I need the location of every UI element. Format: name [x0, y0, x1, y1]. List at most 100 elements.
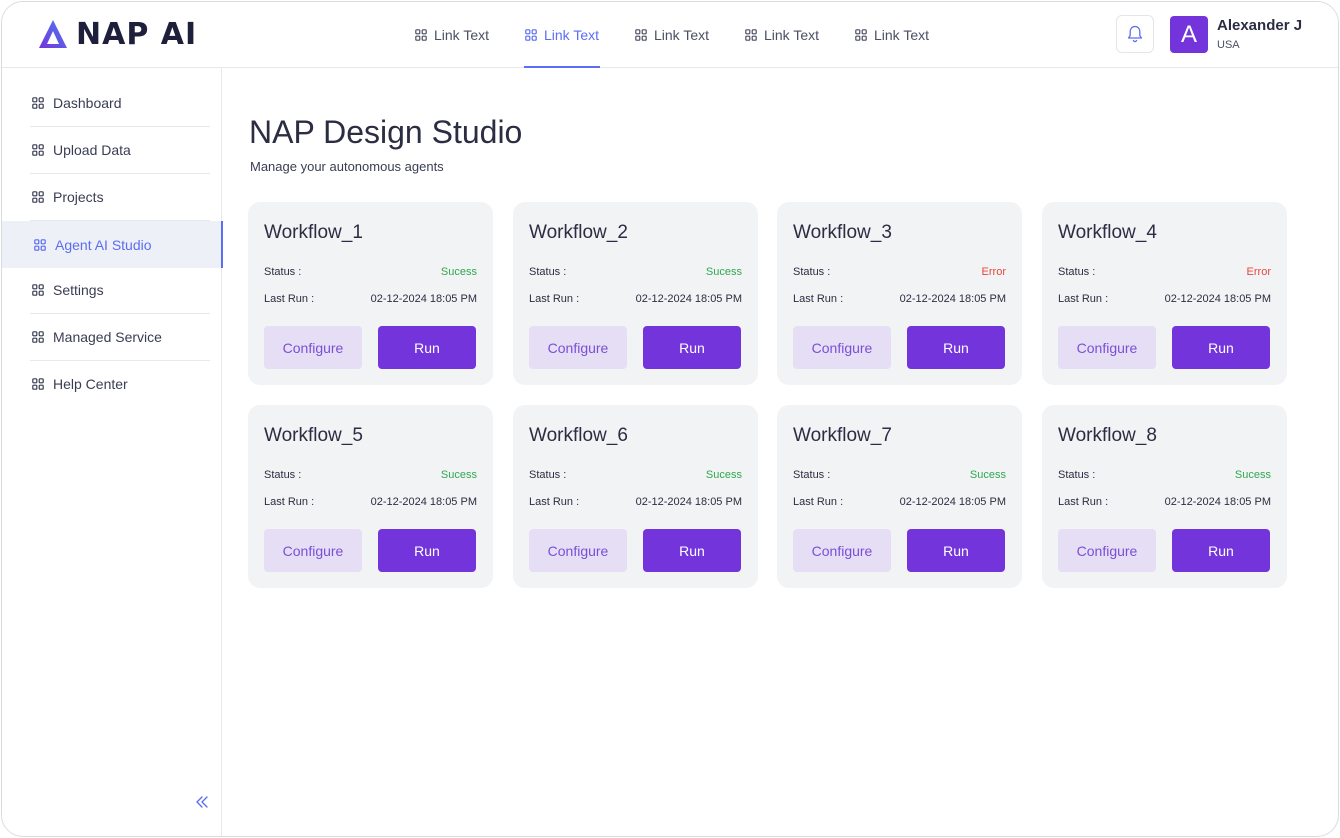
- last-run-label: Last Run :: [529, 293, 580, 305]
- topnav-link-4[interactable]: Link Text: [745, 2, 855, 68]
- status-label: Status :: [264, 266, 302, 278]
- grid-icon: [32, 144, 44, 156]
- configure-button[interactable]: Configure: [1058, 326, 1156, 369]
- grid-icon: [525, 29, 537, 41]
- grid-icon: [745, 29, 757, 41]
- last-run-label: Last Run :: [1058, 293, 1109, 305]
- run-button[interactable]: Run: [1172, 326, 1270, 369]
- grid-icon: [635, 29, 647, 41]
- workflow-name: Workflow_2: [529, 222, 628, 243]
- topnav-link-1[interactable]: Link Text: [415, 2, 525, 68]
- configure-button[interactable]: Configure: [793, 529, 891, 572]
- user-name[interactable]: Alexander J: [1217, 17, 1302, 34]
- last-run-label: Last Run :: [793, 293, 844, 305]
- last-run-value: 02-12-2024 18:05 PM: [1164, 293, 1271, 305]
- sidebar-item-label: Managed Service: [53, 329, 162, 345]
- sidebar-item-managed-service[interactable]: Managed Service: [30, 314, 210, 361]
- topnav-link-label: Link Text: [654, 27, 709, 43]
- workflow-name: Workflow_4: [1058, 222, 1157, 243]
- run-button[interactable]: Run: [378, 529, 476, 572]
- logo-text: NAP AI: [76, 16, 198, 52]
- page-title: NAP Design Studio: [249, 114, 523, 150]
- run-button[interactable]: Run: [643, 326, 741, 369]
- workflow-name: Workflow_6: [529, 425, 628, 446]
- status-label: Status :: [264, 469, 302, 481]
- sidebar-item-settings[interactable]: Settings: [30, 267, 210, 314]
- avatar[interactable]: A: [1170, 16, 1208, 53]
- sidebar-item-help-center[interactable]: Help Center: [30, 360, 210, 407]
- status-label: Status :: [1058, 266, 1096, 278]
- sidebar-item-dashboard[interactable]: Dashboard: [30, 80, 210, 127]
- configure-button[interactable]: Configure: [264, 529, 362, 572]
- sidebar-item-label: Help Center: [53, 375, 128, 392]
- sidebar-item-agent-ai-studio[interactable]: Agent AI Studio: [2, 221, 223, 268]
- status-badge: Sucess: [705, 266, 742, 278]
- status-badge: Error: [981, 266, 1006, 278]
- logo-mark-icon: [39, 20, 67, 48]
- status-label: Status :: [1058, 469, 1096, 481]
- sidebar-item-label: Projects: [53, 189, 104, 205]
- last-run-value: 02-12-2024 18:05 PM: [1164, 496, 1271, 508]
- page-subtitle: Manage your autonomous agents: [250, 159, 444, 174]
- workflow-card: Workflow_3 Status : Error Last Run : 02-…: [777, 202, 1022, 385]
- configure-button[interactable]: Configure: [1058, 529, 1156, 572]
- sidebar-collapse-button[interactable]: [194, 794, 212, 812]
- bell-icon: [1127, 25, 1143, 43]
- last-run-label: Last Run :: [793, 496, 844, 508]
- topnav-link-5[interactable]: Link Text: [855, 2, 965, 68]
- grid-icon: [32, 331, 44, 343]
- configure-button[interactable]: Configure: [264, 326, 362, 369]
- sidebar: Dashboard Upload Data Projects Agent AI …: [2, 68, 223, 836]
- last-run-value: 02-12-2024 18:05 PM: [635, 293, 742, 305]
- configure-button[interactable]: Configure: [793, 326, 891, 369]
- grid-icon: [32, 284, 44, 296]
- status-badge: Sucess: [440, 469, 477, 481]
- run-button[interactable]: Run: [378, 326, 476, 369]
- configure-button[interactable]: Configure: [529, 326, 627, 369]
- sidebar-item-label: Settings: [53, 282, 104, 298]
- workflow-card: Workflow_2 Status : Sucess Last Run : 02…: [513, 202, 758, 385]
- configure-button[interactable]: Configure: [529, 529, 627, 572]
- workflow-name: Workflow_7: [793, 425, 892, 446]
- workflow-card: Workflow_1 Status : Sucess Last Run : 02…: [248, 202, 493, 385]
- workflow-card: Workflow_7 Status : Sucess Last Run : 02…: [777, 405, 1022, 588]
- run-button[interactable]: Run: [907, 326, 1005, 369]
- topnav-link-2[interactable]: Link Text: [524, 2, 635, 68]
- grid-icon: [415, 29, 427, 41]
- sidebar-item-label: Dashboard: [53, 95, 122, 111]
- last-run-label: Last Run :: [1058, 496, 1109, 508]
- workflow-card: Workflow_6 Status : Sucess Last Run : 02…: [513, 405, 758, 588]
- grid-icon: [855, 29, 867, 41]
- workflow-card: Workflow_4 Status : Error Last Run : 02-…: [1042, 202, 1287, 385]
- sidebar-item-projects[interactable]: Projects: [30, 174, 210, 221]
- last-run-value: 02-12-2024 18:05 PM: [370, 496, 477, 508]
- status-label: Status :: [793, 266, 831, 278]
- last-run-value: 02-12-2024 18:05 PM: [635, 496, 742, 508]
- grid-icon: [34, 238, 46, 251]
- run-button[interactable]: Run: [907, 529, 1005, 572]
- notifications-button[interactable]: [1116, 15, 1154, 53]
- status-badge: Sucess: [705, 469, 742, 481]
- workflow-name: Workflow_3: [793, 222, 892, 243]
- workflow-name: Workflow_8: [1058, 425, 1157, 446]
- double-chevron-left-icon: [196, 796, 208, 808]
- top-navigation: Link Text Link Text Link Text Link Text …: [415, 2, 965, 68]
- sidebar-item-upload-data[interactable]: Upload Data: [30, 127, 210, 174]
- status-badge: Sucess: [969, 469, 1006, 481]
- status-badge: Sucess: [440, 266, 477, 278]
- run-button[interactable]: Run: [643, 529, 741, 572]
- grid-icon: [32, 191, 44, 203]
- sidebar-item-label: Agent AI Studio: [55, 236, 152, 253]
- last-run-value: 02-12-2024 18:05 PM: [899, 496, 1006, 508]
- top-header: NAP AI Link Text Link Text Link Text Lin…: [2, 2, 1338, 68]
- topnav-link-label: Link Text: [874, 27, 929, 43]
- run-button[interactable]: Run: [1172, 529, 1270, 572]
- topnav-link-3[interactable]: Link Text: [635, 2, 745, 68]
- status-badge: Sucess: [1234, 469, 1271, 481]
- status-badge: Error: [1246, 266, 1271, 278]
- grid-icon: [32, 97, 44, 109]
- workflow-name: Workflow_1: [264, 222, 363, 243]
- status-label: Status :: [529, 266, 567, 278]
- last-run-label: Last Run :: [529, 496, 580, 508]
- logo[interactable]: NAP AI: [38, 16, 198, 52]
